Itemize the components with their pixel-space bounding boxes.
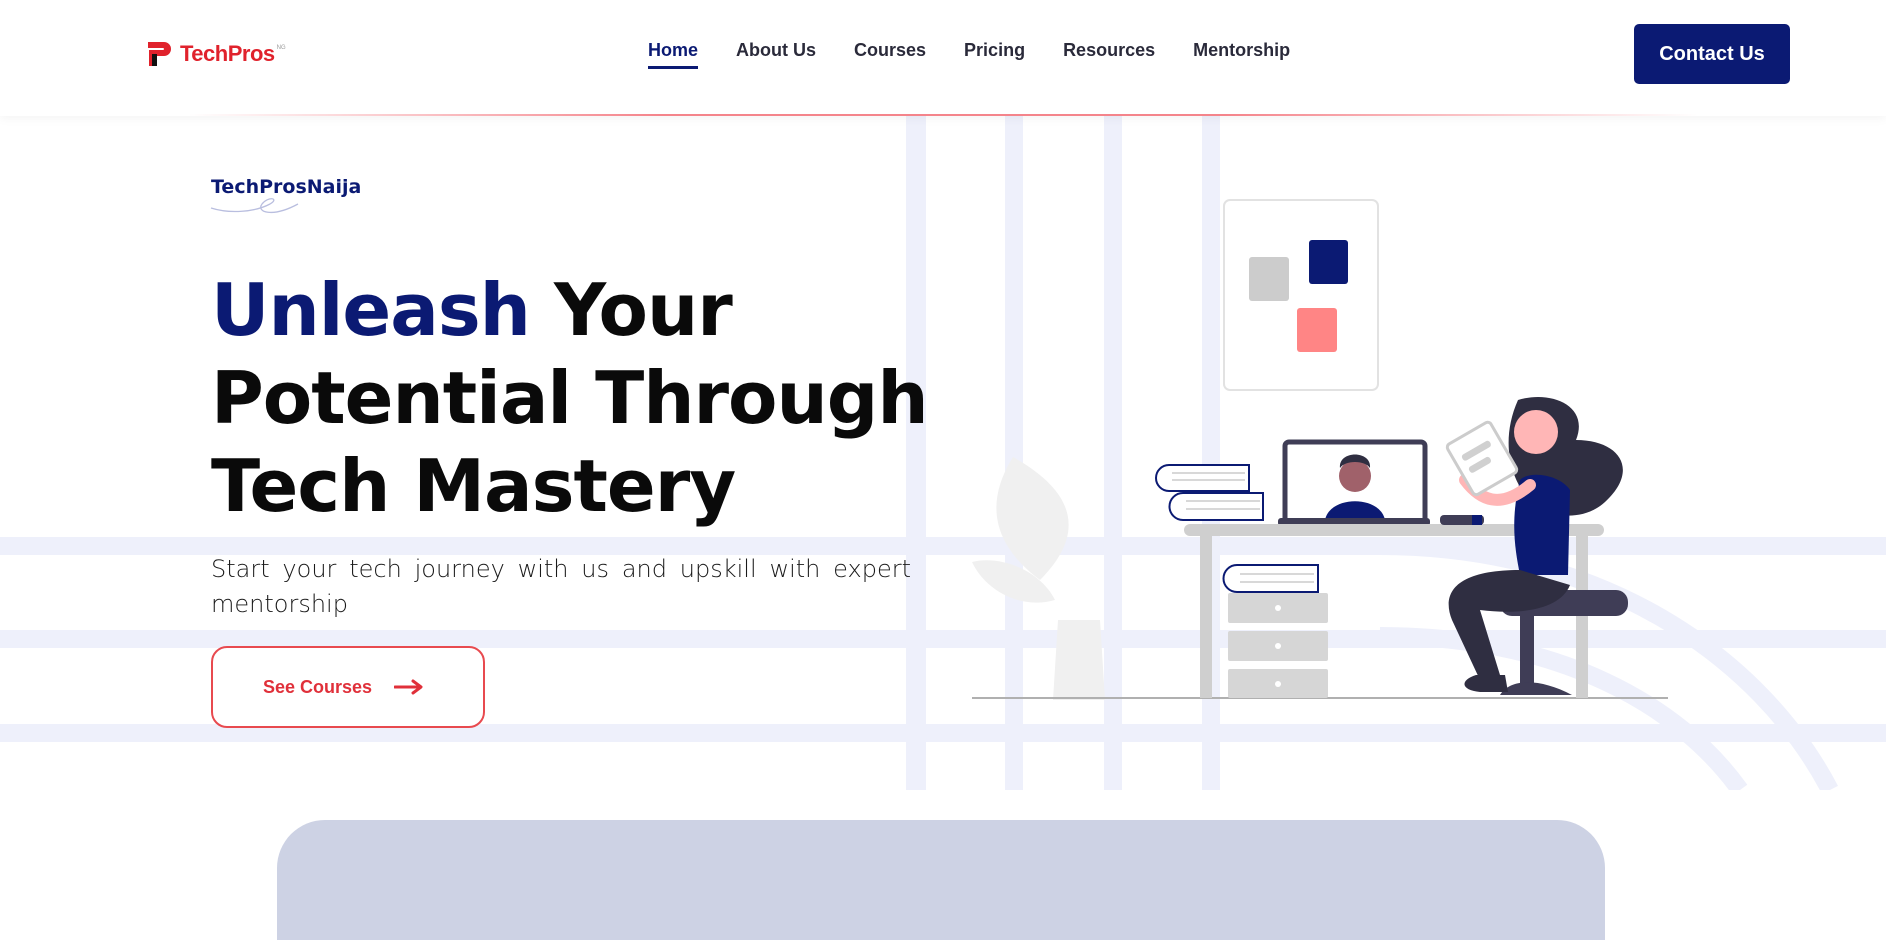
see-courses-button[interactable]: See Courses: [211, 646, 485, 728]
plant-illustration: [972, 457, 1105, 700]
nav-about-us[interactable]: About Us: [736, 40, 816, 65]
headline-line1-rest: Your: [529, 268, 733, 352]
paper-illustration: [1445, 420, 1519, 497]
techpros-logo-mark-icon: [146, 40, 176, 68]
site-header: TechPros NG Home About Us Courses Pricin…: [0, 0, 1886, 116]
logo-superscript: NG: [276, 45, 286, 51]
hero-illustration: [972, 199, 1668, 700]
headline-line2: Potential Through: [211, 356, 929, 440]
headline-accent-word: Unleash: [211, 268, 531, 352]
see-courses-label: See Courses: [263, 676, 373, 697]
main-nav: Home About Us Courses Pricing Resources …: [648, 40, 1328, 69]
nav-courses[interactable]: Courses: [854, 40, 926, 65]
contact-us-button[interactable]: Contact Us: [1634, 24, 1790, 84]
hero-eyebrow: TechProsNaija: [211, 176, 362, 198]
headline-line3: Tech Mastery: [211, 444, 736, 528]
arrow-right-icon: [394, 679, 424, 695]
nav-pricing[interactable]: Pricing: [964, 40, 1025, 65]
hero-headline: Unleash Your Potential Through Tech Mast…: [211, 266, 931, 530]
woman-reading-illustration: [1445, 396, 1623, 692]
nav-resources[interactable]: Resources: [1063, 40, 1155, 65]
hero-subtitle: Start your tech journey with us and upsk…: [211, 555, 911, 618]
laptop-illustration: [1278, 439, 1430, 526]
nav-mentorship[interactable]: Mentorship: [1193, 40, 1290, 65]
logo-wordmark: TechPros: [180, 41, 275, 66]
header-divider: [0, 114, 1886, 116]
techpros-logo[interactable]: TechPros NG: [146, 40, 286, 68]
books-illustration: [1155, 464, 1264, 521]
eyebrow-swash-decoration: [210, 198, 299, 213]
featured-video-card: [277, 820, 1605, 940]
nav-home[interactable]: Home: [648, 40, 699, 69]
wall-frame-illustration: [1223, 199, 1379, 391]
